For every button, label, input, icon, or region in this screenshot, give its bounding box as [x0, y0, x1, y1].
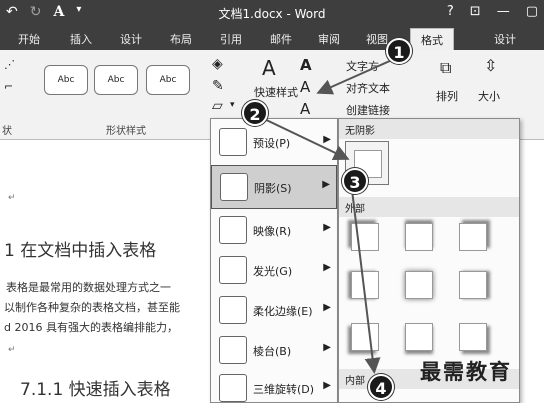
shape-style-sample-1[interactable]: Abc	[44, 65, 88, 95]
create-link-button[interactable]: 创建链接	[346, 102, 390, 118]
menu-item-label: 阴影(S)	[254, 182, 292, 195]
outer-shadow-option[interactable]	[405, 323, 433, 351]
menu-item-preset[interactable]: 预设(P) ▶	[211, 121, 337, 165]
tab-table-design[interactable]: 设计	[494, 31, 516, 47]
body-paragraph-line-3: d 2016 具有强大的表格编排能力，	[4, 321, 178, 334]
size-button[interactable]: 大小	[478, 88, 500, 104]
outer-shadow-option[interactable]	[459, 323, 487, 351]
menu-item-glow[interactable]: 发光(G) ▶	[211, 249, 337, 293]
help-button[interactable]: ?	[447, 4, 454, 19]
arrange-button[interactable]: 排列	[436, 88, 458, 104]
ribbon-display-icon[interactable]: ⊡	[470, 4, 481, 19]
shape-effects-icon[interactable]: ▱	[212, 98, 223, 114]
3d-rotation-icon	[219, 374, 247, 402]
soft-edges-icon	[219, 296, 247, 324]
submenu-arrow-icon: ▶	[323, 134, 331, 145]
paragraph-mark: ↵	[8, 345, 16, 355]
menu-item-soft-edges[interactable]: 柔化边缘(E) ▶	[211, 289, 337, 333]
no-shadow-header: 无阴影	[339, 119, 519, 139]
text-outline-icon[interactable]: A	[300, 78, 310, 96]
body-paragraph-line-2: 以制作各种复杂的表格文档，甚至能	[4, 301, 180, 314]
outer-shadow-option[interactable]	[459, 271, 487, 299]
outer-shadow-header: 外部	[339, 197, 519, 217]
shape-fill-icon[interactable]: ◈	[212, 56, 223, 72]
minimize-icon[interactable]: —	[497, 4, 510, 19]
shape-edit-icon[interactable]: ⋰	[4, 58, 15, 71]
tab-review[interactable]: 审阅	[318, 31, 340, 47]
text-direction-button[interactable]: 文字方	[346, 58, 379, 74]
callout-2: 2	[242, 100, 268, 126]
quick-styles-button[interactable]: 快速样式	[254, 84, 298, 100]
outer-shadow-option[interactable]	[351, 223, 379, 251]
text-fill-icon[interactable]: A	[300, 56, 312, 74]
menu-item-label: 柔化边缘(E)	[253, 305, 313, 318]
group-label-shape-styles: 形状样式	[106, 126, 146, 137]
menu-item-label: 棱台(B)	[253, 345, 292, 358]
bevel-icon	[219, 336, 247, 364]
tab-references[interactable]: 引用	[220, 31, 242, 47]
submenu-arrow-icon: ▶	[323, 222, 331, 233]
shape-style-sample-3[interactable]: Abc	[146, 65, 190, 95]
reflection-icon	[219, 216, 247, 244]
preset-icon	[219, 128, 247, 156]
outer-shadow-option[interactable]	[351, 323, 379, 351]
callout-3: 3	[342, 168, 368, 194]
menu-item-shadow[interactable]: 阴影(S) ▶	[211, 165, 337, 209]
section-heading: 7.1.1 快速插入表格	[20, 380, 171, 400]
body-paragraph-line-1: 表格是最常用的数据处理方式之一	[6, 281, 171, 294]
menu-item-label: 三维旋转(D)	[253, 383, 315, 396]
tab-layout[interactable]: 布局	[170, 31, 192, 47]
text-effects-icon[interactable]: A	[300, 100, 310, 118]
tab-mailings[interactable]: 邮件	[270, 31, 292, 47]
submenu-arrow-icon: ▶	[322, 179, 330, 190]
callout-1: 1	[386, 38, 412, 64]
ribbon-tabs: 开始 插入 设计 布局 引用 邮件 审阅 视图 格式 设计	[0, 26, 544, 50]
group-label-fragment: 状	[2, 126, 12, 137]
submenu-arrow-icon: ▶	[323, 380, 331, 391]
submenu-arrow-icon: ▶	[323, 342, 331, 353]
submenu-arrow-icon: ▶	[323, 302, 331, 313]
tab-design[interactable]: 设计	[120, 31, 142, 47]
arrange-icon[interactable]: ⧉	[440, 58, 451, 78]
submenu-arrow-icon: ▶	[323, 262, 331, 273]
outer-shadow-option[interactable]	[459, 223, 487, 251]
glow-icon	[219, 256, 247, 284]
tab-insert[interactable]: 插入	[70, 31, 92, 47]
shape-style-sample-2[interactable]: Abc	[94, 65, 138, 95]
outer-shadow-option[interactable]	[351, 271, 379, 299]
watermark-text: 最需教育	[420, 360, 512, 384]
menu-item-3d-rotation[interactable]: 三维旋转(D) ▶	[211, 367, 337, 403]
align-text-button[interactable]: 对齐文本	[346, 80, 390, 96]
menu-item-reflection[interactable]: 映像(R) ▶	[211, 209, 337, 253]
shadow-icon	[220, 173, 248, 201]
outer-shadow-option[interactable]	[405, 223, 433, 251]
size-icon[interactable]: ⇳	[484, 56, 497, 75]
paragraph-mark: ↵	[8, 193, 16, 203]
title-bar: ↶ ↻ A ▾ 文档1.docx - Word ? ⊡ — ▢	[0, 0, 544, 26]
menu-item-label: 预设(P)	[253, 137, 291, 150]
chevron-down-icon[interactable]: ▾	[230, 100, 235, 110]
text-style-icon[interactable]: A	[262, 56, 276, 80]
tab-view[interactable]: 视图	[366, 31, 388, 47]
outer-shadow-option[interactable]	[405, 271, 433, 299]
shape-outline-icon[interactable]: ✎	[212, 78, 224, 94]
shape-effects-menu: 预设(P) ▶ 阴影(S) ▶ 映像(R) ▶ 发光(G) ▶ 柔化边缘(E) …	[210, 118, 338, 403]
menu-item-label: 发光(G)	[253, 265, 293, 278]
tab-home[interactable]: 开始	[18, 31, 40, 47]
chapter-heading: 1 在文档中插入表格	[4, 241, 157, 261]
tab-format[interactable]: 格式	[410, 28, 454, 50]
menu-item-label: 映像(R)	[253, 225, 292, 238]
callout-4: 4	[368, 374, 394, 400]
maximize-icon[interactable]: ▢	[526, 4, 538, 19]
shape-draw-icon[interactable]: ⌐	[4, 80, 13, 93]
